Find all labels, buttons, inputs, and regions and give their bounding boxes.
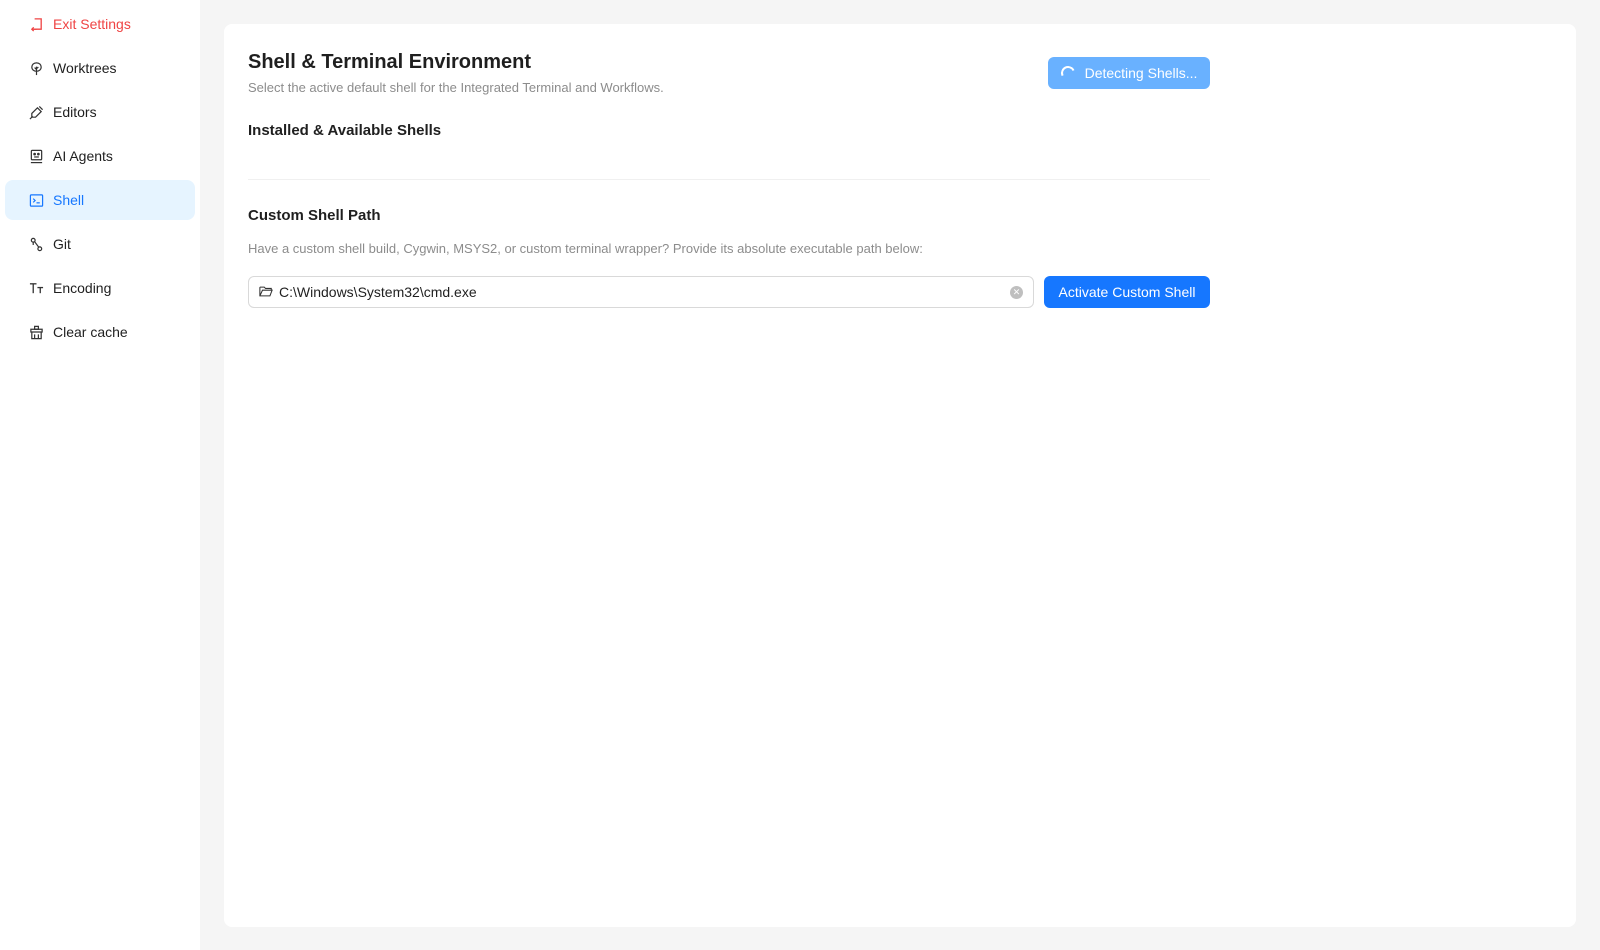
installed-shells-section: Installed & Available Shells	[248, 122, 1210, 139]
sidebar-item-shell[interactable]: Shell	[5, 180, 195, 220]
installed-shells-title: Installed & Available Shells	[248, 122, 442, 139]
sidebar-item-exit-settings[interactable]: Exit Settings	[5, 4, 195, 44]
font-size-icon	[28, 280, 44, 296]
sidebar-item-label: Exit Settings	[53, 16, 131, 32]
sidebar-item-worktrees[interactable]: Worktrees	[5, 48, 195, 88]
sidebar-item-label: Worktrees	[53, 60, 117, 76]
custom-shell-path-field[interactable]: ✕	[248, 276, 1034, 308]
section-divider	[248, 179, 1210, 180]
sidebar-item-editors[interactable]: Editors	[5, 92, 195, 132]
cache-icon	[28, 324, 44, 340]
sidebar-item-label: Editors	[53, 104, 97, 120]
sidebar-item-git[interactable]: Git	[5, 224, 195, 264]
editor-icon	[28, 104, 44, 120]
sidebar-item-label: Shell	[53, 192, 85, 208]
sidebar-item-clear-cache[interactable]: Clear cache	[5, 312, 195, 352]
ai-agent-icon	[28, 148, 44, 164]
page-header: Shell & Terminal Environment Select the …	[248, 24, 1210, 124]
page-subtitle: Select the active default shell for the …	[248, 80, 664, 95]
loading-spinner-icon	[1058, 64, 1077, 82]
sidebar-item-label: Encoding	[53, 280, 112, 296]
exit-icon	[28, 16, 44, 32]
custom-shell-section: Custom Shell Path	[248, 207, 1210, 224]
custom-shell-path-row: ✕ Activate Custom Shell	[248, 276, 1210, 308]
custom-shell-path-input[interactable]	[279, 284, 1010, 300]
sidebar-item-label: AI Agents	[53, 148, 113, 164]
detect-shells-button[interactable]: Detecting Shells...	[1048, 57, 1210, 89]
activate-custom-shell-button[interactable]: Activate Custom Shell	[1044, 276, 1210, 308]
sidebar-item-encoding[interactable]: Encoding	[5, 268, 195, 308]
sidebar-item-label: Git	[53, 236, 71, 252]
git-icon	[28, 236, 44, 252]
detect-shells-label: Detecting Shells...	[1084, 65, 1198, 81]
sidebar-item-ai-agents[interactable]: AI Agents	[5, 136, 195, 176]
custom-shell-title: Custom Shell Path	[248, 207, 381, 224]
shell-settings-content: Shell & Terminal Environment Select the …	[248, 24, 1210, 308]
settings-sidebar: Exit Settings Worktrees Editors AI Agent…	[0, 0, 200, 950]
folder-open-icon	[259, 285, 275, 299]
custom-shell-description: Have a custom shell build, Cygwin, MSYS2…	[248, 241, 923, 256]
settings-panel: Shell & Terminal Environment Select the …	[224, 24, 1576, 927]
page-title: Shell & Terminal Environment	[248, 51, 532, 73]
sidebar-item-label: Clear cache	[53, 324, 128, 340]
worktree-icon	[28, 60, 44, 76]
clear-input-icon[interactable]: ✕	[1010, 285, 1023, 299]
terminal-icon	[28, 192, 44, 208]
